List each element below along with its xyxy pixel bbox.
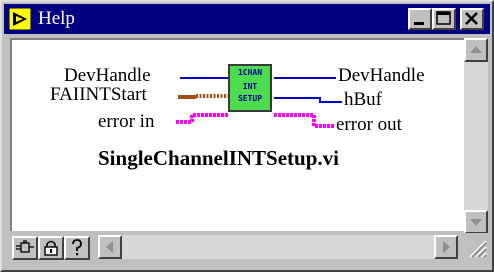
input-label-faiintstart: FAIINTStart — [50, 84, 147, 105]
scroll-up-arrow-icon — [470, 46, 482, 53]
wire-error-out — [274, 113, 334, 128]
wire-hbuf-out — [274, 97, 342, 103]
resize-grip-icon[interactable] — [464, 235, 488, 259]
maximize-button[interactable] — [432, 8, 456, 30]
close-icon — [465, 12, 478, 25]
vi-name-label: SingleChannelINTSetup.vi — [98, 146, 339, 170]
simple-diagram-button[interactable] — [12, 236, 38, 260]
wire-error-in — [176, 113, 228, 124]
lock-button[interactable] — [38, 236, 64, 260]
question-icon — [72, 239, 82, 256]
horizontal-scrollbar[interactable] — [98, 235, 458, 259]
node-label-line3: SETUP — [237, 94, 263, 103]
simple-diagram-icon — [16, 240, 34, 253]
output-label-hbuf: hBuf — [344, 89, 382, 110]
scroll-right-arrow-icon — [443, 241, 450, 253]
input-label-devhandle: DevHandle — [64, 65, 151, 86]
minimize-icon — [414, 22, 424, 25]
scroll-left-button[interactable] — [98, 235, 122, 259]
vertical-scrollbar[interactable] — [464, 38, 488, 235]
output-label-devhandle: DevHandle — [338, 65, 425, 86]
maximize-icon — [436, 11, 451, 25]
window-title: Help — [38, 8, 75, 29]
output-label-error-out: error out — [336, 114, 402, 135]
vi-node-icon: 1CHAN INT SETUP — [228, 64, 272, 112]
help-window: Help DevHandle FAIINTStart error in DevH… — [0, 0, 494, 272]
scroll-up-button[interactable] — [464, 38, 488, 62]
scroll-down-arrow-icon — [470, 219, 482, 226]
input-label-error-in: error in — [98, 111, 155, 132]
scroll-right-button[interactable] — [434, 235, 458, 259]
minimize-button[interactable] — [408, 8, 432, 30]
help-content-pane: DevHandle FAIINTStart error in DevHandle… — [10, 38, 464, 231]
title-bar[interactable]: Help — [4, 4, 490, 34]
scroll-left-arrow-icon — [106, 241, 113, 253]
close-button[interactable] — [460, 8, 484, 30]
node-label-line1: 1CHAN — [237, 68, 263, 77]
help-question-button[interactable] — [64, 236, 90, 260]
labview-app-icon — [9, 8, 31, 30]
node-label-line2: INT — [242, 82, 258, 91]
scroll-down-button[interactable] — [464, 210, 488, 234]
lock-icon — [44, 240, 58, 256]
